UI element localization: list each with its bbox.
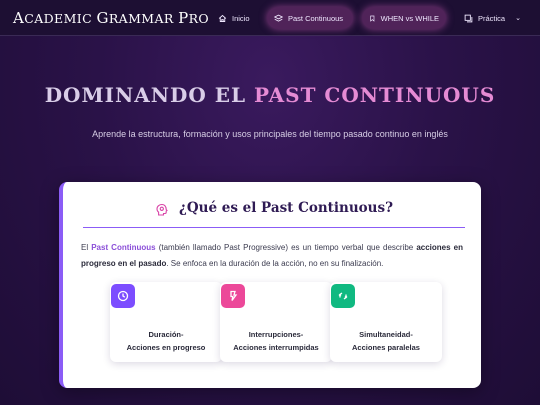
- sync-icon: [338, 292, 348, 300]
- bookmark-icon: [370, 15, 375, 22]
- feature-label-line1: Simultaneidad-: [359, 330, 413, 339]
- brand-letter: P: [178, 9, 189, 27]
- definition-card: ¿Qué es el Past Continuous? El Past Cont…: [59, 182, 481, 388]
- text-segment: El: [81, 243, 92, 252]
- nav-item-label: Past Continuous: [288, 13, 344, 23]
- page-title-part2: PAST CONTINUOUS: [254, 83, 496, 107]
- text-segment: (también llamado Past Progressive) es un…: [155, 243, 417, 252]
- copy-icon: [464, 14, 473, 22]
- clock-icon: [117, 290, 129, 302]
- home-icon: [218, 14, 227, 22]
- nav-item-past-continuous[interactable]: Past Continuous: [267, 7, 353, 29]
- feature-icon-box: [221, 284, 245, 308]
- brain-icon: [156, 203, 168, 216]
- page-title-part1: DOMINANDO EL: [44, 83, 255, 107]
- feature-label: Duración- Acciones en progreso: [110, 328, 222, 354]
- brand-text: CADEMIC: [24, 11, 97, 26]
- layers-icon: [274, 14, 283, 22]
- feature-icon-box: [331, 284, 355, 308]
- feature-card-interrupciones[interactable]: Interrupciones- Acciones interrumpidas: [220, 282, 332, 362]
- brand-logo[interactable]: ACADEMIC GRAMMAR PRO: [13, 9, 209, 27]
- text-segment: . Se enfoca en la duración de la acción,…: [166, 259, 384, 268]
- feature-icon-box: [111, 284, 135, 308]
- feature-label-line1: Interrupciones-: [248, 330, 304, 339]
- nav-item-label: Inicio: [232, 13, 250, 23]
- feature-label-line2: Acciones paralelas: [352, 343, 420, 352]
- page-title: DOMINANDO EL PAST CONTINUOUS: [0, 83, 540, 107]
- page-subtitle: Aprende la estructura, formación y usos …: [92, 129, 448, 139]
- nav-item-inicio[interactable]: Inicio: [211, 7, 257, 29]
- feature-label: Interrupciones- Acciones interrumpidas: [220, 328, 332, 354]
- highlight-term: Past Continuous: [91, 243, 156, 252]
- brand-letter: G: [96, 9, 109, 27]
- bolt-icon: [230, 290, 238, 301]
- feature-label-line1: Duración-: [148, 330, 184, 339]
- definition-text: El Past Continuous (también llamado Past…: [81, 240, 463, 272]
- brand-text: RAMMAR: [108, 11, 179, 26]
- nav-item-practica[interactable]: Práctica ⌄: [457, 7, 528, 29]
- nav-item-when-vs-while[interactable]: WHEN vs WHILE: [362, 7, 446, 29]
- chevron-down-icon: ⌄: [515, 15, 521, 22]
- feature-card-simultaneidad[interactable]: Simultaneidad- Acciones paralelas: [330, 282, 442, 362]
- feature-label: Simultaneidad- Acciones paralelas: [330, 328, 442, 354]
- brand-letter: A: [13, 9, 25, 27]
- feature-label-line2: Acciones interrumpidas: [233, 343, 319, 352]
- navbar: ACADEMIC GRAMMAR PRO Inicio Past Continu…: [0, 0, 540, 36]
- nav-item-label: WHEN vs WHILE: [380, 13, 439, 23]
- card-header: ¿Qué es el Past Continuous?: [83, 200, 465, 228]
- brand-text: RO: [188, 11, 210, 26]
- nav-item-label: Práctica: [478, 13, 506, 23]
- feature-card-duracion[interactable]: Duración- Acciones en progreso: [110, 282, 222, 362]
- card-title: ¿Qué es el Past Continuous?: [178, 200, 394, 216]
- feature-label-line2: Acciones en progreso: [126, 343, 206, 352]
